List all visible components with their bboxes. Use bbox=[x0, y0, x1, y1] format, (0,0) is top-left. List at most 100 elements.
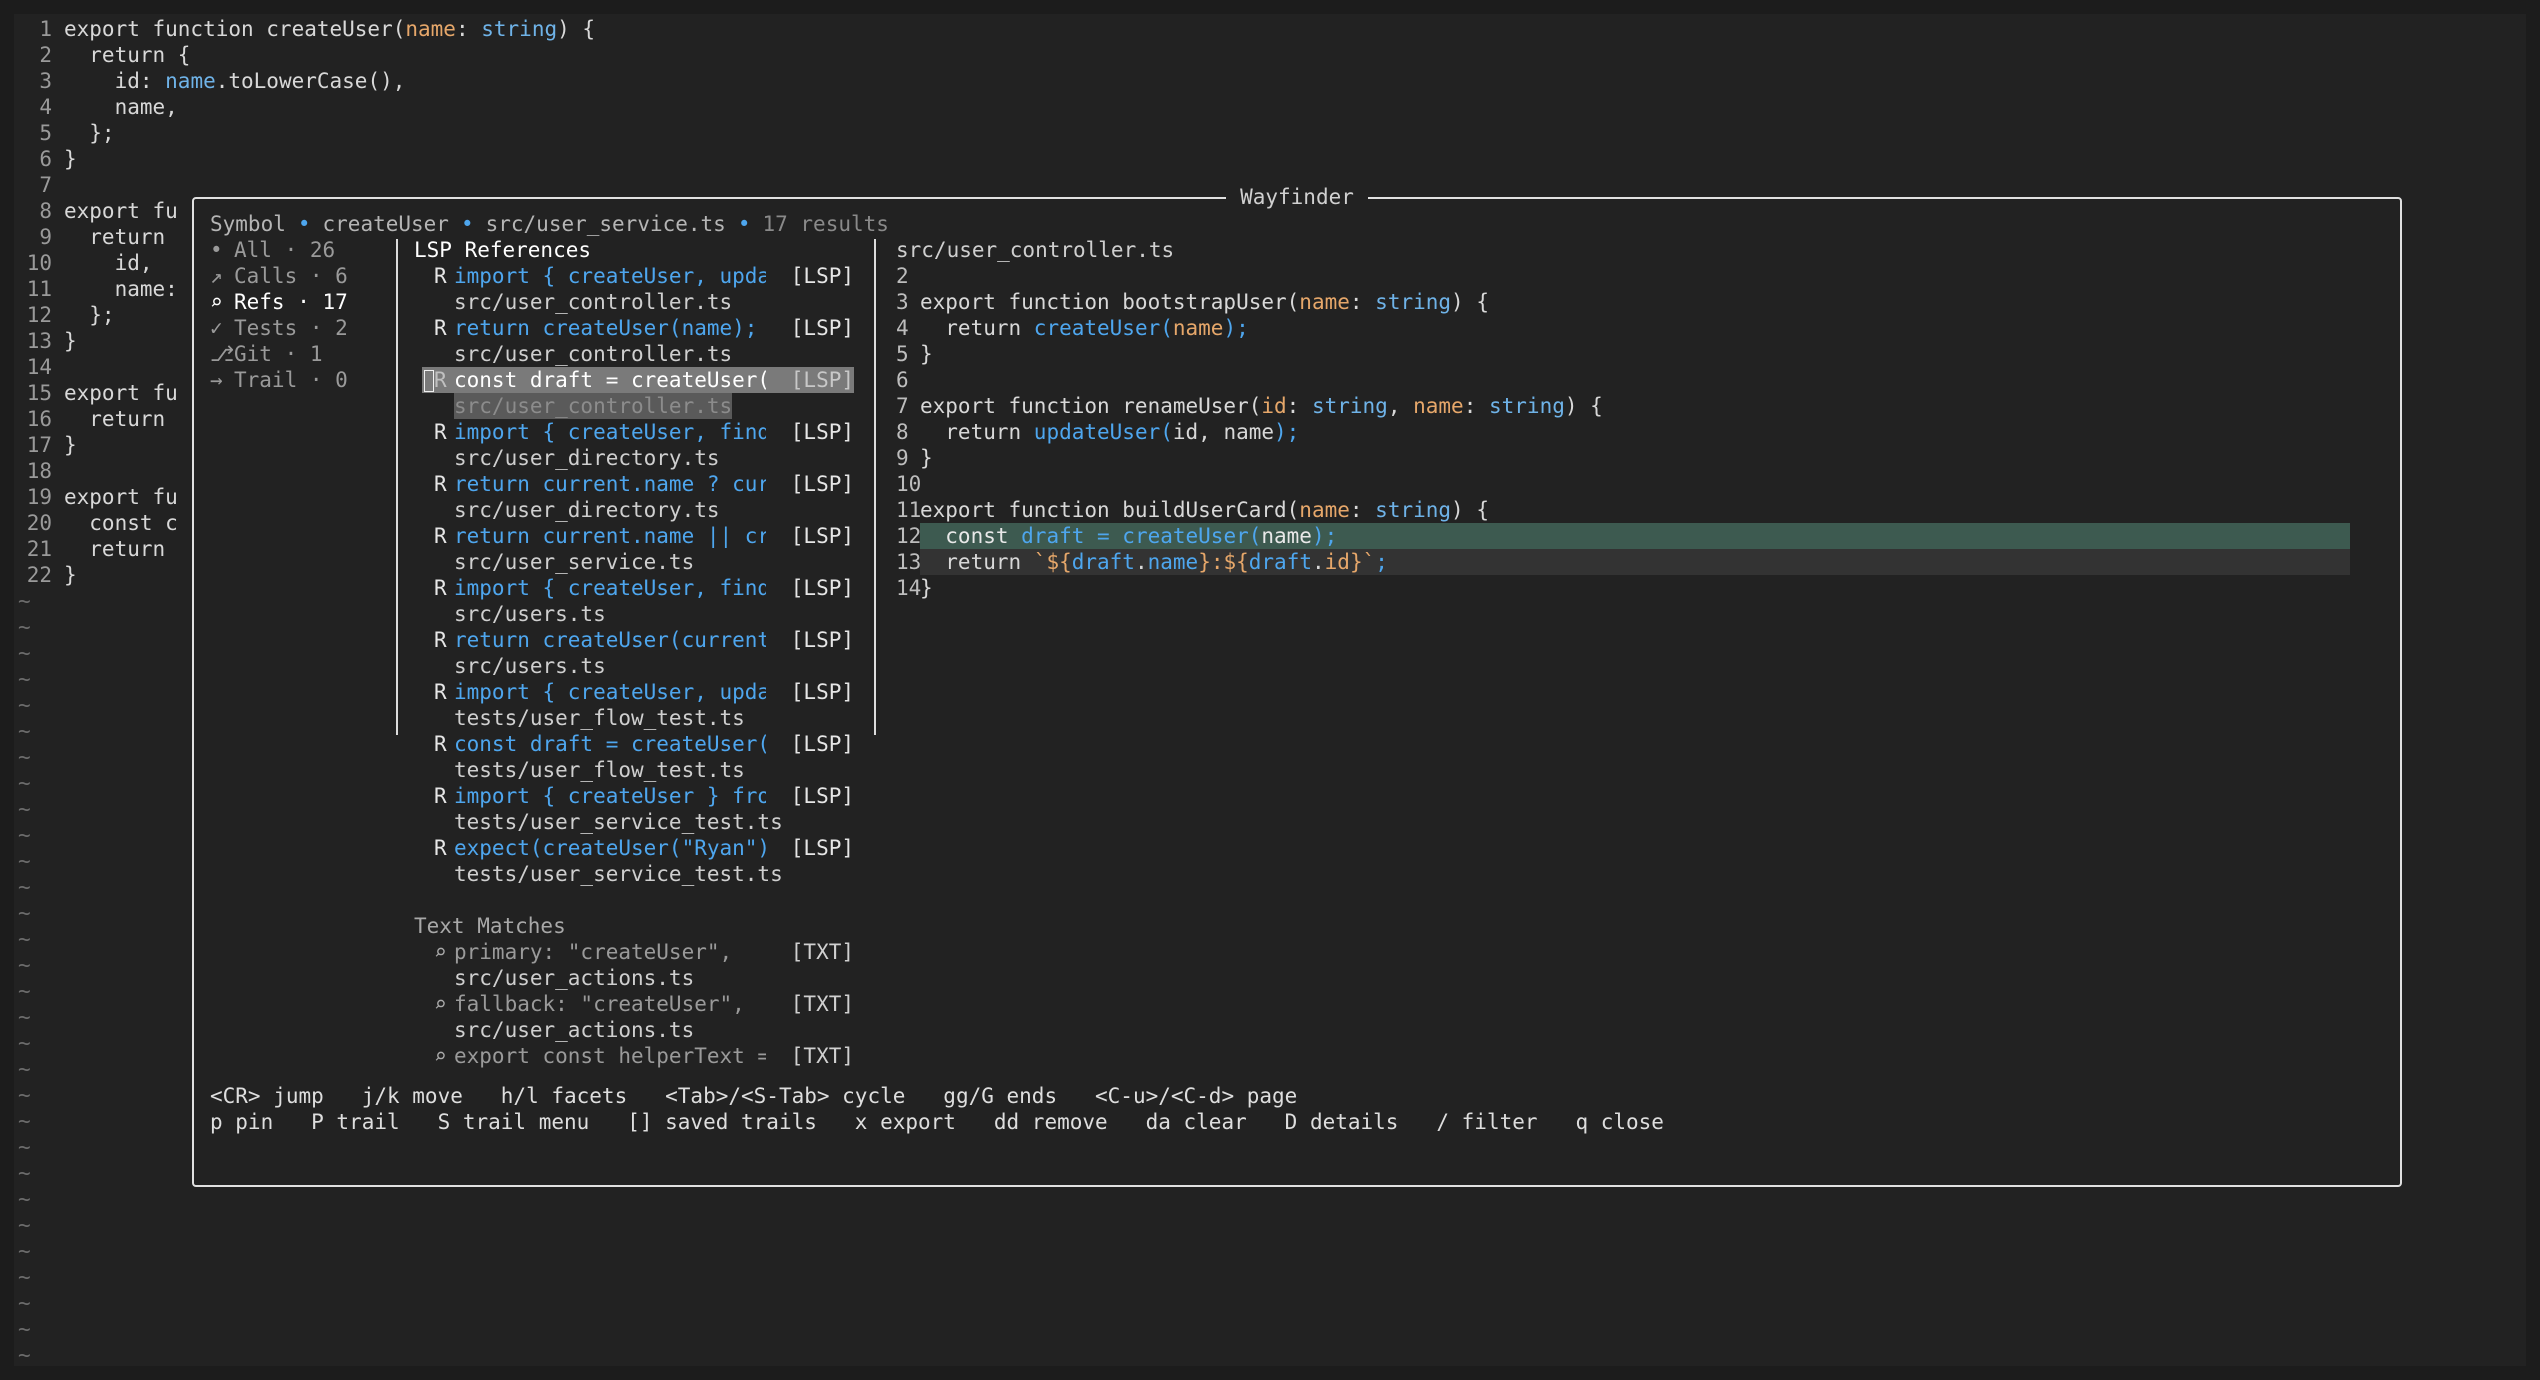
facet-icon: ↗ bbox=[210, 264, 223, 288]
preview-line-number: 10 bbox=[896, 472, 922, 496]
empty-line-marker: ~ bbox=[18, 953, 31, 977]
result-item[interactable]: Rimport { createUser } fro… [LSP] tests/us… bbox=[422, 783, 854, 835]
result-source: [LSP] bbox=[790, 836, 854, 860]
result-source: [TXT] bbox=[790, 940, 854, 964]
preview-line-number: 6 bbox=[896, 368, 909, 392]
help-line-1: <CR> jump j/k move h/l facets <Tab>/<S-T… bbox=[210, 1084, 1298, 1108]
code-line: 7 bbox=[14, 172, 64, 198]
code-text: } bbox=[64, 563, 77, 587]
empty-line-marker: ~ bbox=[18, 797, 31, 821]
line-number: 8 bbox=[39, 199, 52, 223]
header-separator: • bbox=[737, 212, 751, 236]
preview-line: 9} bbox=[896, 445, 933, 471]
empty-line-marker: ~ bbox=[18, 693, 31, 717]
empty-line-marker: ~ bbox=[18, 771, 31, 795]
code-line: 6} bbox=[14, 146, 77, 172]
line-number: 19 bbox=[26, 485, 52, 509]
result-row: Rimport { createUser, upda… [LSP] bbox=[422, 679, 854, 705]
code-text: } bbox=[64, 147, 77, 171]
code-line: 11 name: bbox=[14, 276, 178, 302]
result-kind: R bbox=[434, 784, 447, 808]
result-item[interactable]: Rimport { createUser, upda… [LSP] tests/us… bbox=[422, 679, 854, 731]
line-number: 4 bbox=[39, 95, 52, 119]
line-number: 7 bbox=[39, 173, 52, 197]
code-line: 14 bbox=[14, 354, 64, 380]
code-text: name: bbox=[64, 277, 178, 301]
code-text: } bbox=[64, 329, 77, 353]
preview-line-number: 2 bbox=[896, 264, 909, 288]
code-text: export fu bbox=[64, 381, 178, 405]
cursor bbox=[424, 370, 434, 392]
result-item[interactable]: Rreturn current.name || cr… [LSP] src/user… bbox=[422, 523, 854, 575]
result-row: Rreturn createUser(name); [LSP] bbox=[422, 315, 854, 341]
result-item[interactable]: Rreturn current.name ? cur… [LSP] src/user… bbox=[422, 471, 854, 523]
empty-line-marker: ~ bbox=[18, 1109, 31, 1133]
code-text: return bbox=[64, 407, 166, 431]
preview-line: 8 return updateUser(id, name); bbox=[896, 419, 1299, 445]
code-line: 22} bbox=[14, 562, 77, 588]
result-item[interactable]: Rimport { createUser, find… [LSP] src/user… bbox=[422, 575, 854, 627]
code-text: }; bbox=[64, 303, 115, 327]
preview-line: 12 const draft = createUser(name); bbox=[896, 523, 2350, 549]
result-kind: ⌕ bbox=[434, 1044, 447, 1068]
code-line: 18 bbox=[14, 458, 64, 484]
facet-item[interactable]: ✓ Tests · 2 bbox=[210, 315, 348, 341]
result-source: [LSP] bbox=[790, 784, 854, 808]
result-item[interactable]: Rimport { createUser, find… [LSP] src/user… bbox=[422, 419, 854, 471]
result-row: Rconst draft = createUser(… [LSP] bbox=[422, 731, 854, 757]
empty-line-marker: ~ bbox=[18, 719, 31, 743]
facet-item[interactable]: → Trail · 0 bbox=[210, 367, 348, 393]
empty-line-marker: ~ bbox=[18, 615, 31, 639]
line-number: 14 bbox=[26, 355, 52, 379]
empty-line-marker: ~ bbox=[18, 1187, 31, 1211]
result-source: [LSP] bbox=[790, 368, 854, 392]
query-file: src/user_service.ts bbox=[485, 212, 726, 236]
header-separator: • bbox=[460, 212, 474, 236]
result-file: tests/user_service_test.ts bbox=[454, 862, 783, 886]
facet-item[interactable]: ⎇Git · 1 bbox=[210, 341, 323, 367]
line-number: 12 bbox=[26, 303, 52, 327]
facet-item[interactable]: ⌕ Refs · 17 bbox=[210, 289, 348, 315]
result-text: const draft = createUser(… bbox=[454, 368, 766, 392]
result-kind: ⌕ bbox=[434, 940, 447, 964]
empty-line-marker: ~ bbox=[18, 901, 31, 925]
facet-icon: • bbox=[210, 238, 223, 262]
result-kind: R bbox=[434, 264, 447, 288]
line-number: 15 bbox=[26, 381, 52, 405]
result-count: 17 results bbox=[762, 212, 889, 236]
line-number: 11 bbox=[26, 277, 52, 301]
line-number: 2 bbox=[39, 43, 52, 67]
result-file: tests/user_flow_test.ts bbox=[454, 706, 745, 730]
line-number: 20 bbox=[26, 511, 52, 535]
result-item[interactable]: Rreturn createUser(current… [LSP] src/user… bbox=[422, 627, 854, 679]
code-line: 5 }; bbox=[14, 120, 114, 146]
result-text: import { createUser, upda… bbox=[454, 264, 766, 288]
result-text: return createUser(name); bbox=[454, 316, 758, 340]
result-item[interactable]: ⌕ primary: "createUser", [TXT] src/user_act… bbox=[422, 939, 854, 991]
empty-line-marker: ~ bbox=[18, 849, 31, 873]
result-item[interactable]: Rconst draft = createUser(… [LSP] tests/us… bbox=[422, 731, 854, 783]
result-item[interactable]: Rreturn createUser(name); [LSP] src/user_c… bbox=[422, 315, 854, 367]
result-file: src/user_controller.ts bbox=[454, 290, 733, 314]
wayfinder-title: Wayfinder bbox=[194, 184, 2400, 210]
result-item[interactable]: Rconst draft = createUser(… [LSP] src/user… bbox=[422, 367, 854, 419]
code-text: return bbox=[64, 225, 166, 249]
result-item[interactable]: Rimport { createUser, upda… [LSP] src/user… bbox=[422, 263, 854, 315]
result-source: [LSP] bbox=[790, 732, 854, 756]
wayfinder-popup[interactable]: Wayfinder Symbol • createUser • src/user_ser… bbox=[192, 185, 2402, 1187]
result-kind: R bbox=[434, 420, 447, 444]
preview-line: 11 export function buildUserCard(name: st… bbox=[896, 497, 1489, 523]
preview-code: } bbox=[920, 576, 933, 600]
result-row: ⌕ primary: "createUser", [TXT] bbox=[422, 939, 854, 965]
line-number: 16 bbox=[26, 407, 52, 431]
result-item[interactable]: ⌕ fallback: "createUser", [TXT] src/user_ac… bbox=[422, 991, 854, 1043]
preview-code: const draft = createUser(name); bbox=[920, 523, 2350, 549]
result-kind: R bbox=[434, 316, 447, 340]
code-line: 8 export fu bbox=[14, 198, 177, 224]
facet-item[interactable]: • All · 26 bbox=[210, 237, 335, 263]
facet-label: Calls · 6 bbox=[234, 264, 348, 288]
preview-divider bbox=[874, 239, 876, 735]
empty-line-marker: ~ bbox=[18, 927, 31, 951]
result-item[interactable]: Rexpect(createUser("Ryan")… [LSP] tests/us… bbox=[422, 835, 854, 887]
facet-item[interactable]: ↗ Calls · 6 bbox=[210, 263, 348, 289]
